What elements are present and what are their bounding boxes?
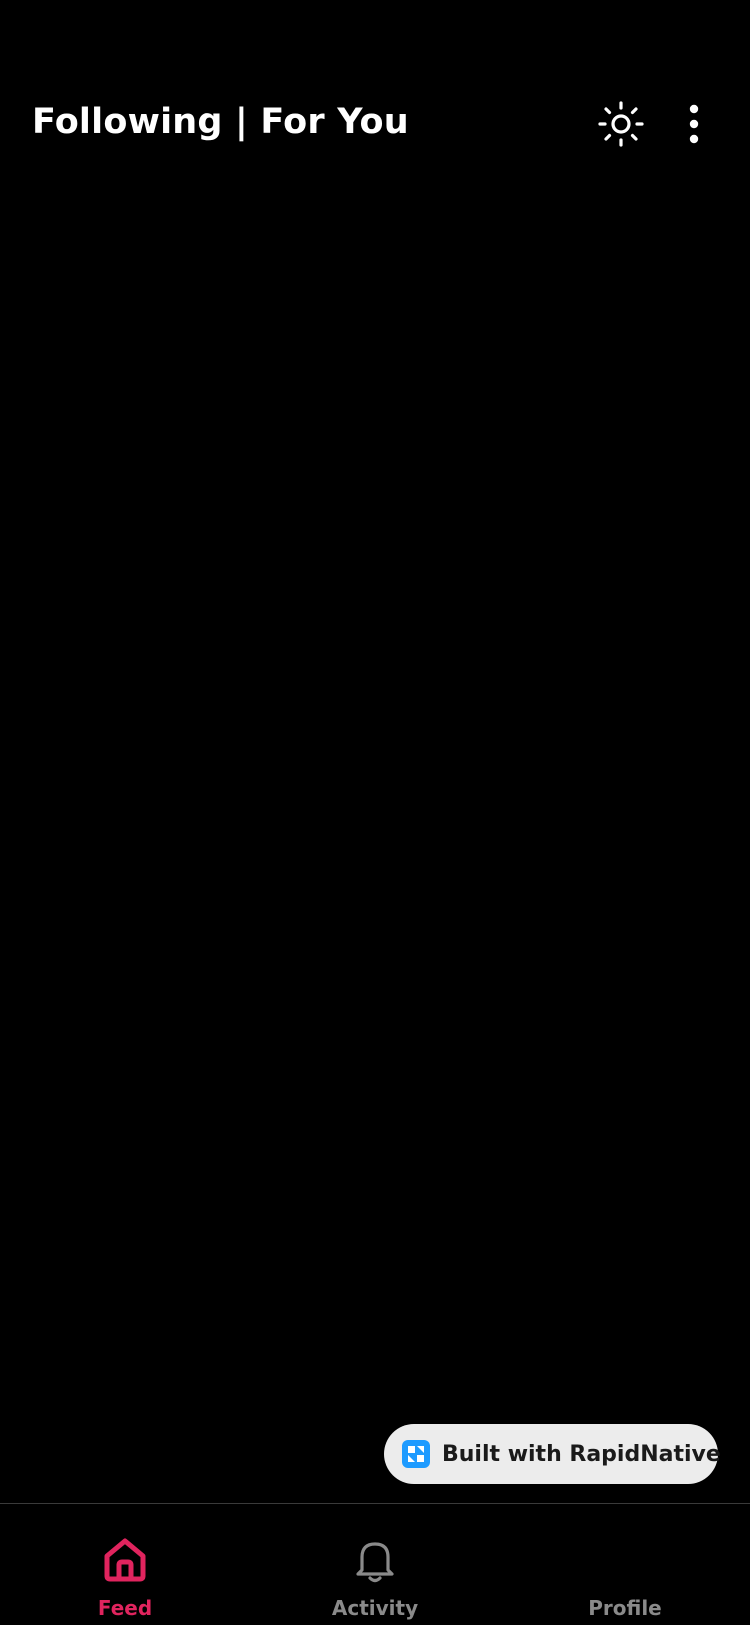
sun-icon <box>598 101 644 147</box>
tab-profile[interactable]: Profile <box>500 1504 750 1625</box>
more-vertical-icon <box>689 104 699 144</box>
top-header: Following | For You <box>0 90 750 160</box>
home-icon <box>101 1536 149 1584</box>
theme-toggle-button[interactable] <box>597 100 645 148</box>
feed-content-area[interactable] <box>0 170 750 1420</box>
tab-feed[interactable]: Feed <box>0 1504 250 1625</box>
tab-activity[interactable]: Activity <box>250 1504 500 1625</box>
badge-label: Built with RapidNative <box>442 1441 721 1467</box>
feed-switcher-title[interactable]: Following | For You <box>32 102 409 142</box>
tab-profile-label: Profile <box>588 1596 662 1620</box>
tab-activity-label: Activity <box>331 1596 419 1620</box>
bell-icon <box>351 1536 399 1584</box>
more-options-button[interactable] <box>670 100 718 148</box>
rapidnative-logo-icon <box>402 1440 430 1468</box>
built-with-rapidnative-badge[interactable]: Built with RapidNative <box>384 1424 721 1484</box>
bottom-tab-bar: Feed Activity Profile <box>0 1503 750 1625</box>
tab-feed-label: Feed <box>97 1596 153 1620</box>
